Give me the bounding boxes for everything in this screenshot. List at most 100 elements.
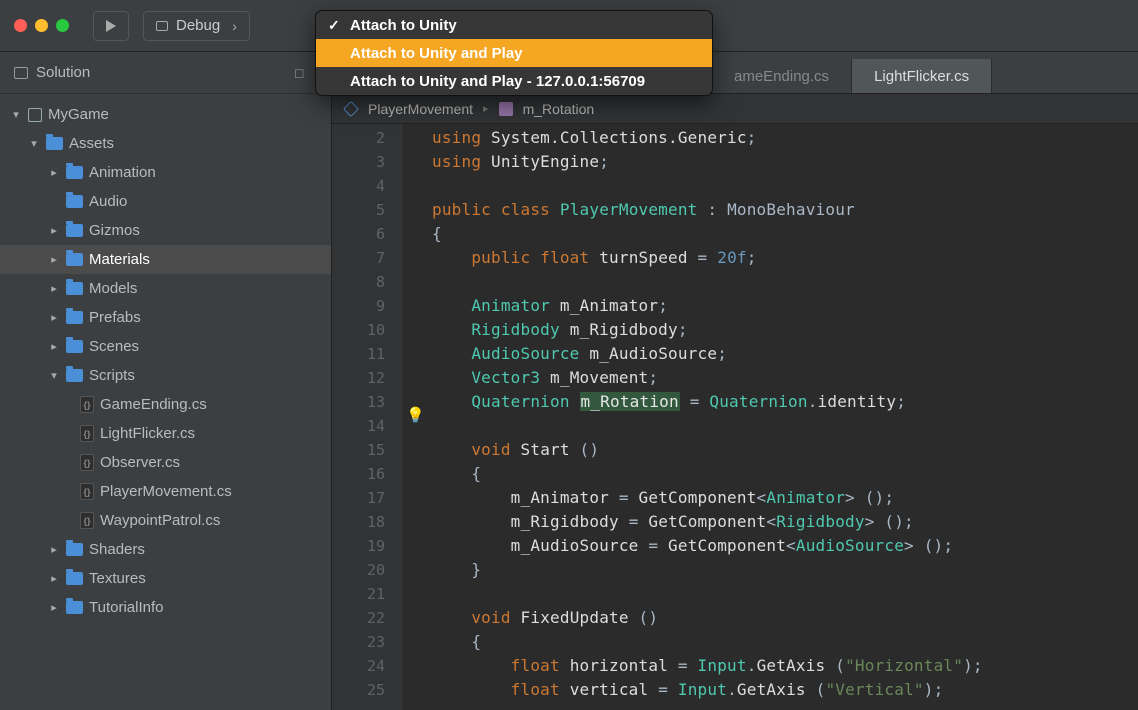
main-split: Solution ◻ › ▾ MyGame ▾ Assets ▸ Animati… [0, 52, 1138, 710]
dropdown-item-label: Attach to Unity and Play [350, 45, 523, 62]
disclosure-arrow-icon[interactable]: ▸ [48, 340, 60, 353]
code-editor[interactable]: 2345678910111213141516171819202122232425… [332, 124, 1138, 710]
line-number: 18 [332, 510, 385, 534]
lightbulb-icon[interactable]: 💡 [406, 406, 425, 424]
configuration-selector[interactable]: Debug › [143, 11, 250, 41]
folder-scripts[interactable]: ▾ Scripts [0, 361, 331, 390]
folder-icon [66, 253, 83, 266]
run-button[interactable] [93, 11, 129, 41]
line-number: 16 [332, 462, 385, 486]
line-number: 14 [332, 414, 385, 438]
file-lightflicker[interactable]: {} LightFlicker.cs [0, 419, 331, 448]
disclosure-arrow-icon[interactable]: ▸ [48, 166, 60, 179]
folder-prefabs[interactable]: ▸ Prefabs [0, 303, 331, 332]
disclosure-arrow-icon[interactable]: ▾ [28, 137, 40, 150]
folder-icon [66, 601, 83, 614]
folder-textures[interactable]: ▸ Textures [0, 564, 331, 593]
disclosure-arrow-icon[interactable]: ▸ [48, 572, 60, 585]
dropdown-item-attach-unity[interactable]: ✓ Attach to Unity [316, 11, 712, 39]
folder-label: Shaders [89, 541, 145, 558]
file-playermovement[interactable]: {} PlayerMovement.cs [0, 477, 331, 506]
configuration-label: Debug [176, 17, 220, 34]
disclosure-arrow-icon[interactable]: ▾ [10, 108, 22, 121]
file-label: PlayerMovement.cs [100, 483, 232, 500]
folder-gizmos[interactable]: ▸ Gizmos [0, 216, 331, 245]
file-gameending[interactable]: {} GameEnding.cs [0, 390, 331, 419]
folder-tutorialinfo[interactable]: ▸ TutorialInfo [0, 593, 331, 622]
folder-assets[interactable]: ▾ Assets [0, 129, 331, 158]
folder-animation[interactable]: ▸ Animation [0, 158, 331, 187]
line-number: 5 [332, 198, 385, 222]
code-content[interactable]: using System.Collections.Generic; using … [402, 124, 1138, 710]
disclosure-arrow-icon[interactable]: ▸ [48, 224, 60, 237]
folder-audio[interactable]: ▸ Audio [0, 187, 331, 216]
pad-square-icon[interactable]: ◻ [294, 65, 305, 81]
folder-icon [66, 543, 83, 556]
line-number: 10 [332, 318, 385, 342]
minimize-window-button[interactable] [35, 19, 48, 32]
dropdown-item-attach-unity-play-addr[interactable]: Attach to Unity and Play - 127.0.0.1:567… [316, 67, 712, 95]
csharp-file-icon: {} [80, 425, 94, 442]
line-number: 6 [332, 222, 385, 246]
disclosure-arrow-icon[interactable]: ▾ [48, 369, 60, 382]
breadcrumb: PlayerMovement ▸ m_Rotation [332, 94, 1138, 124]
tab-label: LightFlicker.cs [874, 68, 969, 85]
disclosure-arrow-icon[interactable]: ▸ [48, 282, 60, 295]
solution-tree: ▾ MyGame ▾ Assets ▸ Animation ▸ Audio ▸ [0, 94, 331, 710]
disclosure-arrow-icon[interactable]: ▸ [48, 601, 60, 614]
line-number: 17 [332, 486, 385, 510]
field-icon [499, 102, 513, 116]
breadcrumb-member[interactable]: m_Rotation [523, 101, 595, 117]
device-icon [156, 21, 168, 31]
disclosure-arrow-icon[interactable]: ▸ [48, 253, 60, 266]
folder-shaders[interactable]: ▸ Shaders [0, 535, 331, 564]
folder-label: Audio [89, 193, 127, 210]
folder-icon [66, 369, 83, 382]
file-observer[interactable]: {} Observer.cs [0, 448, 331, 477]
file-waypointpatrol[interactable]: {} WaypointPatrol.cs [0, 506, 331, 535]
breadcrumb-class[interactable]: PlayerMovement [368, 101, 473, 117]
file-label: WaypointPatrol.cs [100, 512, 220, 529]
folder-scenes[interactable]: ▸ Scenes [0, 332, 331, 361]
line-number: 8 [332, 270, 385, 294]
folder-label: Models [89, 280, 137, 297]
folder-label: Scripts [89, 367, 135, 384]
folder-label: Assets [69, 135, 114, 152]
folder-icon [66, 572, 83, 585]
line-number-gutter: 2345678910111213141516171819202122232425 [332, 124, 402, 710]
tab-gameending[interactable]: ameEnding.cs [712, 59, 852, 93]
editor-area: ameEnding.cs LightFlicker.cs PlayerMovem… [332, 52, 1138, 710]
class-icon [343, 101, 359, 117]
solution-icon [14, 67, 28, 79]
line-number: 22 [332, 606, 385, 630]
folder-models[interactable]: ▸ Models [0, 274, 331, 303]
line-number: 4 [332, 174, 385, 198]
play-icon [106, 20, 116, 32]
csharp-file-icon: {} [80, 454, 94, 471]
dropdown-item-attach-unity-play[interactable]: Attach to Unity and Play [316, 39, 712, 67]
folder-label: Materials [89, 251, 150, 268]
line-number: 24 [332, 654, 385, 678]
check-icon: ✓ [328, 17, 340, 34]
file-label: GameEnding.cs [100, 396, 207, 413]
project-node[interactable]: ▾ MyGame [0, 100, 331, 129]
folder-materials[interactable]: ▸ Materials [0, 245, 331, 274]
close-window-button[interactable] [14, 19, 27, 32]
line-number: 25 [332, 678, 385, 702]
folder-icon [66, 195, 83, 208]
line-number: 19 [332, 534, 385, 558]
disclosure-arrow-icon[interactable]: ▸ [48, 311, 60, 324]
folder-icon [66, 311, 83, 324]
folder-label: Textures [89, 570, 146, 587]
folder-icon [66, 224, 83, 237]
folder-icon [66, 282, 83, 295]
tab-lightflicker[interactable]: LightFlicker.cs [852, 59, 992, 93]
line-number: 15 [332, 438, 385, 462]
dropdown-item-label: Attach to Unity and Play - 127.0.0.1:567… [350, 73, 645, 90]
disclosure-arrow-icon[interactable]: ▸ [48, 543, 60, 556]
folder-icon [66, 340, 83, 353]
file-label: Observer.cs [100, 454, 180, 471]
line-number: 11 [332, 342, 385, 366]
run-target-dropdown: ✓ Attach to Unity Attach to Unity and Pl… [315, 10, 713, 96]
zoom-window-button[interactable] [56, 19, 69, 32]
